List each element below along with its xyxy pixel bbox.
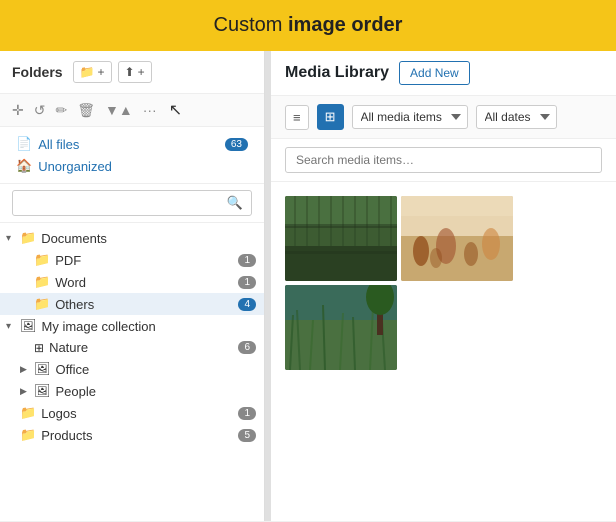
tree-item-pdf[interactable]: 📁 PDF 1 bbox=[0, 249, 264, 271]
image-thumb-1[interactable] bbox=[285, 196, 397, 281]
folder-icon: 📁 bbox=[20, 427, 36, 443]
tree-label-image-collection: My image collection bbox=[42, 319, 256, 334]
chevron-expand-icon: ▶ bbox=[20, 364, 34, 375]
tree-item-products[interactable]: 📁 Products 5 bbox=[0, 424, 264, 446]
tree-label-word: Word bbox=[55, 275, 238, 290]
tree-label-products: Products bbox=[41, 428, 238, 443]
more-icon[interactable]: ··· bbox=[143, 102, 157, 118]
upload-icon-plus: + bbox=[138, 65, 145, 79]
refresh-icon[interactable]: ↺ bbox=[34, 102, 46, 119]
delete-icon[interactable]: 🗑 bbox=[77, 102, 95, 119]
pdf-badge: 1 bbox=[238, 254, 256, 267]
add-new-button[interactable]: Add New bbox=[399, 61, 470, 85]
unorganized-link[interactable]: 🏠 Unorganized bbox=[12, 155, 252, 177]
cursor-icon: ↖ bbox=[169, 100, 182, 120]
word-badge: 1 bbox=[238, 276, 256, 289]
image-grid bbox=[271, 182, 616, 384]
folder-icon: 📁 bbox=[34, 296, 50, 312]
folders-title: Folders bbox=[12, 64, 63, 80]
sort-icon[interactable]: ▼▲ bbox=[105, 102, 133, 118]
quick-links: 📄 All files 63 🏠 Unorganized bbox=[0, 127, 264, 184]
media-toolbar: ≡ ⊞ All media items All dates bbox=[271, 96, 616, 139]
folder-icon: 📁 bbox=[34, 274, 50, 290]
tree-item-office[interactable]: ▶ 🖼 Office bbox=[0, 358, 264, 380]
media-header: Media Library Add New bbox=[271, 51, 616, 96]
image-thumb-3[interactable] bbox=[285, 285, 397, 370]
chevron-expand-icon: ▶ bbox=[20, 386, 34, 397]
list-view-icon: ≡ bbox=[293, 110, 301, 125]
all-files-label: All files bbox=[38, 137, 79, 152]
folder-search-wrap: 🔍 bbox=[12, 190, 252, 216]
panel-divider bbox=[265, 51, 271, 521]
file-icon: 📄 bbox=[16, 136, 32, 152]
edit-icon[interactable]: ✏ bbox=[55, 102, 67, 119]
grid-icon: ⊞ bbox=[34, 341, 44, 355]
collection-icon: 🖼 bbox=[34, 383, 51, 399]
folder-search-row: 🔍 bbox=[0, 184, 264, 223]
header: Custom image order bbox=[0, 0, 616, 51]
tree-label-others: Others bbox=[55, 297, 238, 312]
header-title-normal: Custom bbox=[214, 14, 288, 36]
header-title-bold: image order bbox=[288, 14, 402, 36]
tree-item-nature[interactable]: ⊞ Nature 6 bbox=[0, 337, 264, 358]
tree-item-logos[interactable]: 📁 Logos 1 bbox=[0, 402, 264, 424]
left-panel: Folders 📁 + ⬆ + ✛ ↺ ✏ 🗑 ▼▲ ··· ↖ 📄 bbox=[0, 51, 265, 521]
tree-label-people: People bbox=[56, 384, 256, 399]
media-library-title: Media Library bbox=[285, 64, 389, 82]
media-search-input[interactable] bbox=[296, 153, 591, 167]
folder-icon: 📁 bbox=[34, 252, 50, 268]
image-thumb-2[interactable] bbox=[401, 196, 513, 281]
grid-view-button[interactable]: ⊞ bbox=[317, 104, 344, 130]
new-folder-button[interactable]: 📁 + bbox=[73, 61, 112, 83]
folder-search-input[interactable] bbox=[21, 196, 227, 210]
tree-item-people[interactable]: ▶ 🖼 People bbox=[0, 380, 264, 402]
tree-item-documents[interactable]: ▾ 📁 Documents bbox=[0, 227, 264, 249]
folder-plus-icon: 📁 bbox=[80, 65, 95, 79]
nature-badge: 6 bbox=[238, 341, 256, 354]
folders-header: Folders 📁 + ⬆ + bbox=[0, 51, 264, 94]
products-badge: 5 bbox=[238, 429, 256, 442]
logos-badge: 1 bbox=[238, 407, 256, 420]
tree-label-documents: Documents bbox=[41, 231, 256, 246]
collection-icon: 🖼 bbox=[20, 318, 37, 334]
upload-button[interactable]: ⬆ + bbox=[118, 61, 152, 83]
folder-icon: 📁 bbox=[20, 405, 36, 421]
folder-toolbar: ✛ ↺ ✏ 🗑 ▼▲ ··· ↖ bbox=[0, 94, 264, 127]
media-search-row bbox=[271, 139, 616, 182]
filter-type-select[interactable]: All media items bbox=[352, 105, 468, 129]
chevron-icon: ▾ bbox=[6, 233, 20, 244]
home-icon: 🏠 bbox=[16, 158, 32, 174]
list-view-button[interactable]: ≡ bbox=[285, 105, 309, 130]
collection-icon: 🖼 bbox=[34, 361, 51, 377]
tree-label-logos: Logos bbox=[41, 406, 238, 421]
tree-label-office: Office bbox=[56, 362, 256, 377]
grid-view-icon: ⊞ bbox=[325, 109, 336, 124]
tree-item-others[interactable]: 📁 Others 4 bbox=[0, 293, 264, 315]
upload-icon: ⬆ bbox=[125, 65, 135, 79]
filter-dates-select[interactable]: All dates bbox=[476, 105, 557, 129]
tree-item-image-collection[interactable]: ▾ 🖼 My image collection bbox=[0, 315, 264, 337]
tree-item-word[interactable]: 📁 Word 1 bbox=[0, 271, 264, 293]
tree-label-pdf: PDF bbox=[55, 253, 238, 268]
all-files-link[interactable]: 📄 All files 63 bbox=[12, 133, 252, 155]
all-files-badge: 63 bbox=[225, 138, 248, 151]
unorganized-label: Unorganized bbox=[38, 159, 112, 174]
folder-icon: 📁 bbox=[20, 230, 36, 246]
folder-tree: ▾ 📁 Documents 📁 PDF 1 📁 Word 1 📁 bbox=[0, 223, 264, 521]
right-panel: Media Library Add New ≡ ⊞ All media item… bbox=[271, 51, 616, 521]
chevron-icon: ▾ bbox=[6, 321, 20, 332]
tree-label-nature: Nature bbox=[49, 340, 238, 355]
media-search-wrap bbox=[285, 147, 602, 173]
search-icon: 🔍 bbox=[227, 195, 243, 211]
move-icon[interactable]: ✛ bbox=[12, 102, 24, 119]
others-badge: 4 bbox=[238, 298, 256, 311]
new-folder-icon-plus: + bbox=[98, 65, 105, 79]
